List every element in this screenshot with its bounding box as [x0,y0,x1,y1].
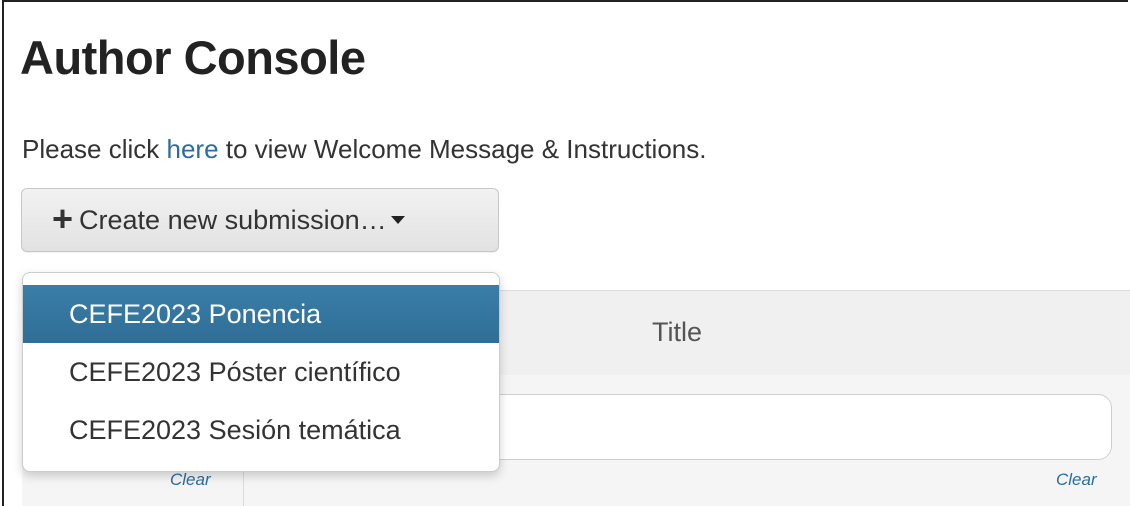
page-title: Author Console [20,31,366,84]
intro-text: Please click here to view Welcome Messag… [22,134,706,165]
menu-item-ponencia[interactable]: CEFE2023 Ponencia [23,285,499,343]
title-column-header[interactable]: Title [652,317,702,348]
intro-text-after: to view Welcome Message & Instructions. [218,134,707,164]
create-submission-label: Create new submission… [79,204,387,235]
caret-down-icon [390,216,405,224]
welcome-instructions-link[interactable]: here [167,134,219,164]
plus-icon: + [52,198,74,239]
menu-item-poster-cientifico[interactable]: CEFE2023 Póster científico [23,343,499,401]
submission-type-dropdown: CEFE2023 Ponencia CEFE2023 Póster cientí… [22,272,500,472]
clear-filter-link-2[interactable]: Clear [1056,470,1097,490]
create-new-submission-button[interactable]: + Create new submission… [21,188,499,252]
menu-item-sesion-tematica[interactable]: CEFE2023 Sesión temática [23,401,499,459]
clear-filter-link-1[interactable]: Clear [170,470,211,490]
intro-text-before: Please click [22,134,167,164]
